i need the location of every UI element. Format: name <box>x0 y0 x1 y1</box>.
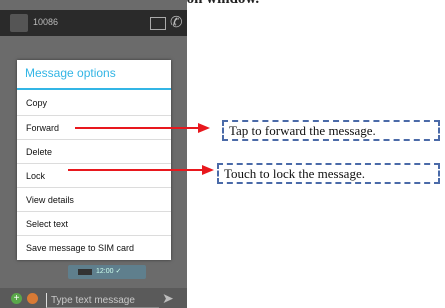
dialog-title: Message options <box>25 66 116 80</box>
sim-icon <box>78 269 92 275</box>
lock-arrow-head <box>202 165 214 175</box>
message-input[interactable] <box>46 293 159 308</box>
option-forward[interactable]: Forward <box>17 115 171 139</box>
forward-callout: Tap to forward the message. <box>222 120 440 141</box>
contact-avatar[interactable] <box>10 14 28 32</box>
phone-screenshot: 10086 ✆ 12:00 ✓ + ➤ Message options Copy… <box>0 0 187 308</box>
option-lock[interactable]: Lock <box>17 163 171 187</box>
option-select-text[interactable]: Select text <box>17 211 171 235</box>
option-view-details[interactable]: View details <box>17 187 171 211</box>
emoji-icon[interactable] <box>27 293 38 304</box>
lock-callout: Touch to lock the message. <box>217 163 440 184</box>
option-delete[interactable]: Delete <box>17 139 171 163</box>
contact-number: 10086 <box>33 17 59 27</box>
message-options-dialog: Message options Copy Forward Delete Lock… <box>17 60 171 260</box>
conversation-header: 10086 ✆ <box>0 10 187 36</box>
message-bubble[interactable]: 12:00 ✓ <box>68 265 146 279</box>
phone-call-icon[interactable]: ✆ <box>170 13 183 31</box>
forward-arrow-head <box>198 123 210 133</box>
message-time: 12:00 ✓ <box>96 268 122 275</box>
option-save-to-sim[interactable]: Save message to SIM card <box>17 235 171 259</box>
contact-card-icon[interactable] <box>150 17 166 30</box>
attach-plus-icon[interactable]: + <box>11 293 22 304</box>
option-copy[interactable]: Copy <box>17 91 171 115</box>
compose-bar: + ➤ <box>0 288 187 308</box>
send-icon[interactable]: ➤ <box>162 290 174 307</box>
dialog-divider <box>17 88 171 90</box>
